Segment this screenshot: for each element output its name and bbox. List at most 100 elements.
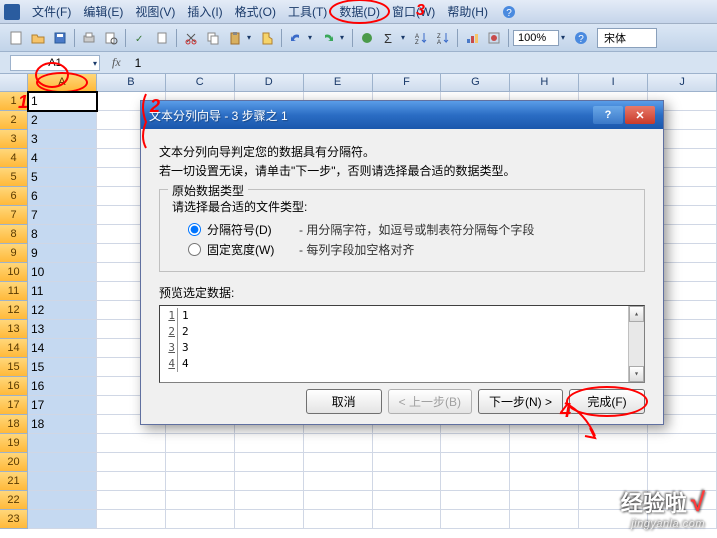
cell[interactable]: 9	[28, 244, 97, 263]
research-icon[interactable]	[152, 28, 172, 48]
column-header-g[interactable]: G	[441, 74, 510, 91]
row-header[interactable]: 6	[0, 187, 28, 206]
help-icon[interactable]: ?	[502, 5, 516, 19]
preview-icon[interactable]	[101, 28, 121, 48]
row-header[interactable]: 10	[0, 263, 28, 282]
cell[interactable]	[373, 472, 442, 491]
dropdown-arrow-icon[interactable]: ▾	[93, 59, 97, 68]
cell[interactable]: 11	[28, 282, 97, 301]
cell[interactable]	[373, 491, 442, 510]
cut-icon[interactable]	[181, 28, 201, 48]
cell[interactable]	[510, 510, 579, 529]
row-header[interactable]: 23	[0, 510, 28, 529]
cell[interactable]	[441, 510, 510, 529]
chart-icon[interactable]	[462, 28, 482, 48]
cell[interactable]	[235, 491, 304, 510]
row-header[interactable]: 1	[0, 92, 28, 111]
column-header-f[interactable]: F	[373, 74, 442, 91]
dialog-close-button[interactable]: ✕	[625, 106, 655, 124]
select-all-corner[interactable]	[0, 74, 28, 92]
copy-icon[interactable]	[203, 28, 223, 48]
scroll-up-icon[interactable]: ▴	[629, 306, 644, 322]
column-header-i[interactable]: I	[579, 74, 648, 91]
row-header[interactable]: 3	[0, 130, 28, 149]
cell[interactable]	[28, 453, 97, 472]
dropdown-arrow-icon[interactable]: ▾	[561, 33, 569, 42]
cell[interactable]: 6	[28, 187, 97, 206]
menu-tools[interactable]: 工具(T)	[282, 1, 333, 22]
cell[interactable]	[97, 491, 166, 510]
cell[interactable]	[28, 491, 97, 510]
cell[interactable]	[166, 434, 235, 453]
cell[interactable]: 13	[28, 320, 97, 339]
cell[interactable]: 10	[28, 263, 97, 282]
column-header-c[interactable]: C	[166, 74, 235, 91]
cell[interactable]	[304, 453, 373, 472]
cell[interactable]: 4	[28, 149, 97, 168]
cancel-button[interactable]: 取消	[306, 389, 382, 414]
paste-icon[interactable]	[225, 28, 245, 48]
cell[interactable]	[166, 453, 235, 472]
row-header[interactable]: 5	[0, 168, 28, 187]
cell[interactable]	[235, 472, 304, 491]
row-header[interactable]: 11	[0, 282, 28, 301]
cell[interactable]: 3	[28, 130, 97, 149]
cell[interactable]	[441, 491, 510, 510]
row-header[interactable]: 8	[0, 225, 28, 244]
column-header-b[interactable]: B	[97, 74, 166, 91]
next-button[interactable]: 下一步(N) >	[478, 389, 563, 414]
cell[interactable]	[304, 491, 373, 510]
cell[interactable]	[441, 472, 510, 491]
row-header[interactable]: 18	[0, 415, 28, 434]
radio-fixed-width[interactable]: 固定宽度(W) - 每列字段加空格对齐	[188, 241, 632, 258]
radio-delimited[interactable]: 分隔符号(D) - 用分隔字符，如逗号或制表符分隔每个字段	[188, 221, 632, 238]
cell[interactable]	[579, 434, 648, 453]
cell[interactable]	[28, 434, 97, 453]
row-header[interactable]: 14	[0, 339, 28, 358]
new-icon[interactable]	[6, 28, 26, 48]
column-header-e[interactable]: E	[304, 74, 373, 91]
font-selector[interactable]: 宋体	[597, 28, 657, 48]
cell[interactable]	[441, 434, 510, 453]
row-header[interactable]: 20	[0, 453, 28, 472]
menu-help[interactable]: 帮助(H)	[441, 1, 494, 22]
row-header[interactable]: 16	[0, 377, 28, 396]
fx-icon[interactable]: fx	[106, 55, 127, 70]
column-header-a[interactable]: A	[28, 74, 97, 91]
radio-fixed-input[interactable]	[188, 243, 201, 256]
cell[interactable]	[304, 472, 373, 491]
dropdown-arrow-icon[interactable]: ▾	[308, 33, 316, 42]
save-icon[interactable]	[50, 28, 70, 48]
print-icon[interactable]	[79, 28, 99, 48]
cell[interactable]	[97, 434, 166, 453]
cell[interactable]	[166, 472, 235, 491]
cell[interactable]: 14	[28, 339, 97, 358]
redo-icon[interactable]	[318, 28, 338, 48]
menu-file[interactable]: 文件(F)	[26, 1, 77, 22]
scroll-down-icon[interactable]: ▾	[629, 366, 644, 382]
cell[interactable]	[235, 434, 304, 453]
row-header[interactable]: 9	[0, 244, 28, 263]
row-header[interactable]: 22	[0, 491, 28, 510]
cell[interactable]: 16	[28, 377, 97, 396]
column-header-d[interactable]: D	[235, 74, 304, 91]
zoom-input[interactable]: 100%	[513, 30, 559, 46]
row-header[interactable]: 17	[0, 396, 28, 415]
open-icon[interactable]	[28, 28, 48, 48]
cell[interactable]	[166, 491, 235, 510]
row-header[interactable]: 2	[0, 111, 28, 130]
menu-format[interactable]: 格式(O)	[229, 1, 282, 22]
cell[interactable]: 1	[28, 92, 97, 111]
cell[interactable]	[97, 510, 166, 529]
finish-button[interactable]: 完成(F)	[569, 389, 645, 414]
cell[interactable]	[373, 434, 442, 453]
cell[interactable]	[510, 491, 579, 510]
menu-view[interactable]: 视图(V)	[129, 1, 181, 22]
menu-data[interactable]: 数据(D)	[333, 1, 386, 22]
formula-value[interactable]: 1	[127, 56, 150, 70]
cell[interactable]	[304, 510, 373, 529]
cell[interactable]	[441, 453, 510, 472]
name-box[interactable]: A1 ▾	[10, 55, 100, 71]
cell[interactable]: 17	[28, 396, 97, 415]
row-header[interactable]: 21	[0, 472, 28, 491]
